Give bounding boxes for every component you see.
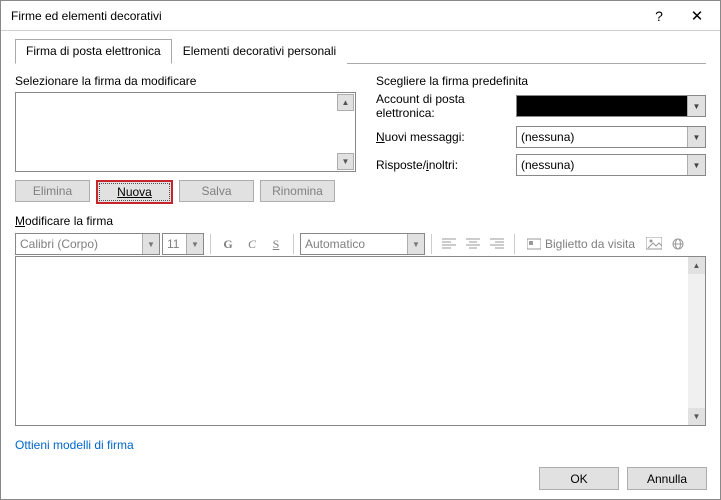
tab-stationery[interactable]: Elementi decorativi personali: [172, 39, 347, 64]
ok-button[interactable]: OK: [539, 467, 619, 490]
separator: [210, 234, 211, 254]
scroll-down-icon[interactable]: ▼: [337, 153, 354, 170]
separator: [293, 234, 294, 254]
scroll-up-icon[interactable]: ▲: [688, 257, 705, 274]
tab-strip: Firma di posta elettronica Elementi deco…: [15, 39, 706, 64]
font-color-combo[interactable]: Automatico ▼: [300, 233, 425, 255]
tab-email-signature[interactable]: Firma di posta elettronica: [15, 39, 172, 64]
chevron-down-icon: ▼: [407, 234, 424, 254]
save-button[interactable]: Salva: [179, 180, 254, 202]
business-card-button[interactable]: Biglietto da visita: [521, 233, 641, 255]
scroll-up-icon[interactable]: ▲: [337, 94, 354, 111]
new-messages-combo[interactable]: (nessuna) ▼: [516, 126, 706, 148]
chevron-down-icon: ▼: [142, 234, 159, 254]
align-center-button[interactable]: [462, 233, 484, 255]
default-signature-label: Scegliere la firma predefinita: [376, 74, 706, 88]
cancel-button[interactable]: Annulla: [627, 467, 707, 490]
scroll-down-icon[interactable]: ▼: [688, 408, 705, 425]
separator: [431, 234, 432, 254]
font-size-combo[interactable]: 11 ▼: [162, 233, 204, 255]
chevron-down-icon: ▼: [687, 96, 705, 116]
replies-label: Risposte/inoltri:: [376, 158, 516, 172]
chevron-down-icon: ▼: [687, 155, 705, 175]
signature-listbox[interactable]: ▲ ▼: [15, 92, 356, 172]
insert-link-button[interactable]: [667, 233, 689, 255]
new-button[interactable]: Nuova: [96, 180, 173, 204]
card-icon: [527, 238, 541, 250]
close-button[interactable]: ✕: [678, 2, 716, 30]
window-title: Firme ed elementi decorativi: [11, 9, 640, 23]
separator: [514, 234, 515, 254]
replies-combo[interactable]: (nessuna) ▼: [516, 154, 706, 176]
rename-button[interactable]: Rinomina: [260, 180, 335, 202]
new-messages-label: Nuovi messaggi:: [376, 130, 516, 144]
account-label: Account di posta elettronica:: [376, 92, 516, 120]
underline-button[interactable]: S: [265, 233, 287, 255]
get-templates-link[interactable]: Ottieni modelli di firma: [15, 438, 134, 452]
account-value: [517, 96, 687, 116]
new-messages-value: (nessuna): [517, 127, 687, 147]
scrollbar[interactable]: ▲ ▼: [688, 257, 705, 425]
insert-picture-button[interactable]: [643, 233, 665, 255]
font-combo[interactable]: Calibri (Corpo) ▼: [15, 233, 160, 255]
bold-button[interactable]: G: [217, 233, 239, 255]
title-bar: Firme ed elementi decorativi ? ✕: [1, 1, 720, 31]
help-button[interactable]: ?: [640, 2, 678, 30]
edit-signature-label: Modificare la firma: [15, 214, 706, 228]
delete-button[interactable]: Elimina: [15, 180, 90, 202]
align-right-button[interactable]: [486, 233, 508, 255]
chevron-down-icon: ▼: [186, 234, 203, 254]
italic-button[interactable]: C: [241, 233, 263, 255]
signature-editor[interactable]: ▲ ▼: [15, 256, 706, 426]
select-signature-label: Selezionare la firma da modificare: [15, 74, 356, 88]
account-combo[interactable]: ▼: [516, 95, 706, 117]
align-left-button[interactable]: [438, 233, 460, 255]
chevron-down-icon: ▼: [687, 127, 705, 147]
replies-value: (nessuna): [517, 155, 687, 175]
format-toolbar: Calibri (Corpo) ▼ 11 ▼ G C S Automatico …: [15, 232, 706, 256]
